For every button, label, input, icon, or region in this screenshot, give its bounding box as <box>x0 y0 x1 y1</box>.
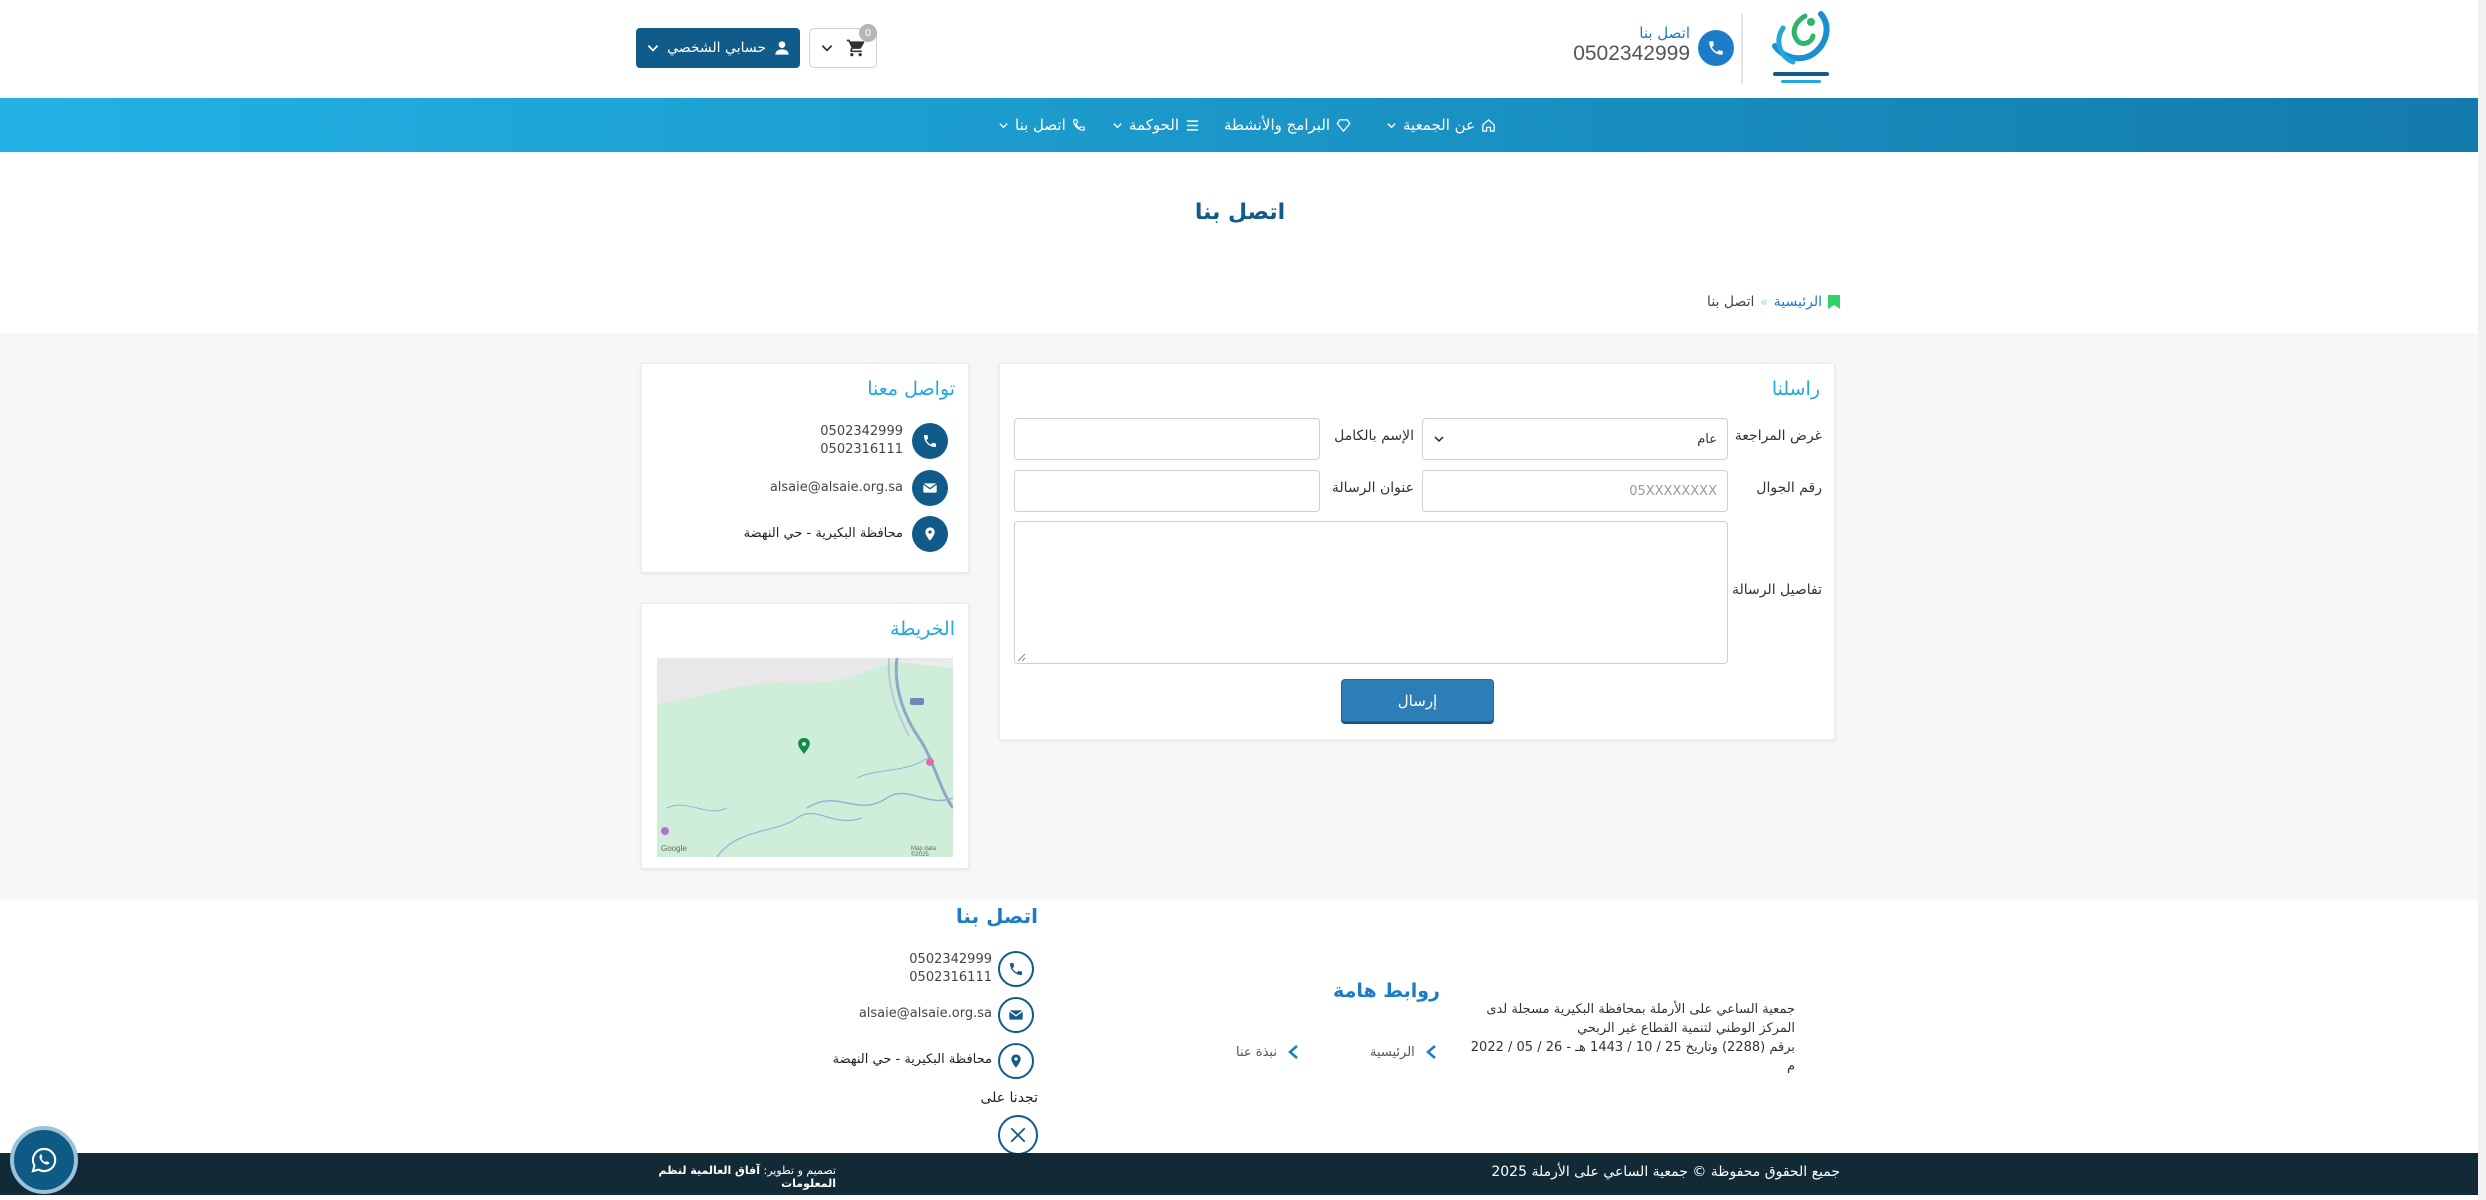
phone-icon <box>912 423 948 459</box>
nav-item-governance[interactable]: الحوكمة <box>1112 98 1200 152</box>
cart-count-badge: 0 <box>859 24 877 42</box>
google-map[interactable]: Google Map data ©2025 <box>657 658 953 857</box>
nav-label: البرامج والأنشطة <box>1224 116 1331 134</box>
contact-phone-2[interactable]: 0502316111 <box>760 442 903 457</box>
chevron-down-icon <box>1434 436 1444 443</box>
footer-link-label: الرئيسية <box>1370 1044 1415 1060</box>
breadcrumb: الرئيسية » اتصل بنا <box>1500 291 1840 313</box>
subject-input[interactable] <box>1014 470 1320 512</box>
nav-label: عن الجمعية <box>1403 116 1476 134</box>
breadcrumb-current: اتصل بنا <box>1707 294 1755 310</box>
header-divider <box>1741 14 1743 84</box>
breadcrumb-separator: » <box>1760 295 1768 309</box>
chevron-down-icon <box>1113 122 1122 128</box>
map-attribution: Map data ©2025 <box>911 846 937 857</box>
whatsapp-chat-button[interactable] <box>10 1126 78 1194</box>
main-navigation: عن الجمعية البرامج والأنشطة الحوكمة اتصل… <box>0 98 2478 152</box>
important-links-title: روابط هامة <box>1333 980 1440 1002</box>
footer-phone-1[interactable]: 0502342999 <box>850 952 992 967</box>
contact-phone-1[interactable]: 0502342999 <box>760 424 903 439</box>
bookmark-icon <box>1828 295 1840 309</box>
mobile-label: رقم الجوال <box>1756 480 1822 496</box>
envelope-icon <box>998 997 1034 1033</box>
user-icon <box>775 41 789 55</box>
contact-card-title: تواصل معنا <box>867 378 955 400</box>
footer-address: محافظة البكيرية - حي النهضة <box>832 1052 992 1067</box>
breadcrumb-home-link[interactable]: الرئيسية <box>1774 294 1822 310</box>
nav-label: الحوكمة <box>1129 116 1180 134</box>
top-header <box>0 0 2486 98</box>
x-twitter-icon[interactable] <box>998 1115 1038 1155</box>
association-registration-text: جمعية الساعي على الأرملة بمحافظة البكيري… <box>1460 1000 1795 1076</box>
nav-item-contact[interactable]: اتصل بنا <box>998 98 1086 152</box>
association-line: برقم (2288) وتاريخ 25 / 10 / 1443 هـ - 2… <box>1470 1040 1795 1074</box>
details-label: تفاصيل الرسالة <box>1731 582 1822 598</box>
chevron-left-icon <box>1288 1045 1298 1059</box>
page-title: اتصل بنا <box>1194 200 1286 225</box>
nav-item-programs[interactable]: البرامج والأنشطة <box>1224 98 1351 152</box>
nav-label: اتصل بنا <box>1015 116 1066 134</box>
footer-link-about[interactable]: نبذة عنا <box>1236 1040 1299 1064</box>
whatsapp-icon <box>31 1147 57 1173</box>
resize-handle-icon[interactable] <box>1016 652 1026 662</box>
purpose-select[interactable]: عام <box>1422 418 1728 460</box>
purpose-label: غرض المراجعة <box>1734 428 1822 444</box>
header-contact-label: اتصل بنا <box>1639 24 1690 42</box>
credit-prefix: تصميم و تطوير: <box>763 1164 836 1177</box>
phone-icon <box>998 951 1034 987</box>
phone-icon <box>1072 119 1085 131</box>
association-line: المركز الوطني لتنمية القطاع غير الربحي <box>1577 1021 1795 1036</box>
account-dropdown-button[interactable]: حسابي الشخصي <box>636 28 800 68</box>
chevron-down-icon <box>821 45 833 52</box>
home-icon <box>1482 118 1495 132</box>
phone-icon <box>1698 30 1734 66</box>
details-textarea[interactable] <box>1014 521 1728 664</box>
fullname-input[interactable] <box>1014 418 1320 460</box>
contact-email[interactable]: alsaie@alsaie.org.sa <box>700 480 903 495</box>
chevron-left-icon <box>1425 1045 1436 1059</box>
site-logo[interactable] <box>1765 10 1837 88</box>
footer-phone-2[interactable]: 0502316111 <box>850 970 992 985</box>
envelope-icon <box>912 470 948 506</box>
footer-link-home[interactable]: الرئيسية <box>1370 1040 1437 1064</box>
map-google-logo: Google <box>661 844 687 853</box>
footer-contact-title: اتصل بنا <box>955 904 1038 928</box>
submit-button[interactable]: إرسال <box>1341 679 1494 722</box>
purpose-select-value: عام <box>1697 431 1717 447</box>
location-pin-icon <box>912 516 948 552</box>
footer-link-label: نبذة عنا <box>1236 1044 1277 1060</box>
location-pin-icon <box>998 1043 1034 1079</box>
gem-icon <box>1336 118 1351 132</box>
page-scrollbar[interactable] <box>2478 0 2486 1200</box>
nav-item-about[interactable]: عن الجمعية <box>1386 98 1496 152</box>
developer-credit[interactable]: تصميم و تطوير: آفاق العالمية لنظم المعلو… <box>600 1164 836 1190</box>
subject-label: عنوان الرسالة <box>1331 480 1414 496</box>
map-card-title: الخريطة <box>890 618 955 640</box>
mobile-input[interactable]: 05XXXXXXXX <box>1422 470 1728 512</box>
chevron-down-icon <box>999 122 1008 128</box>
chevron-down-icon <box>1387 122 1396 128</box>
copyright-text: جميع الحقوق محفوظة © جمعية الساعي على ال… <box>1491 1164 1840 1180</box>
copyright-bar <box>0 1153 2478 1195</box>
form-title: راسلنا <box>1771 378 1820 400</box>
chevron-down-icon <box>647 45 659 52</box>
footer-email[interactable]: alsaie@alsaie.org.sa <box>790 1006 992 1021</box>
header-phone-number[interactable]: 0502342999 <box>1540 42 1690 66</box>
find-us-label: تجدنا على <box>980 1090 1038 1106</box>
fullname-label: الإسم بالكامل <box>1334 428 1414 444</box>
contact-address: محافظة البكيرية - حي النهضة <box>743 526 903 541</box>
association-line: جمعية الساعي على الأرملة بمحافظة البكيري… <box>1486 1002 1795 1017</box>
account-label: حسابي الشخصي <box>667 40 766 56</box>
list-icon <box>1186 119 1199 131</box>
